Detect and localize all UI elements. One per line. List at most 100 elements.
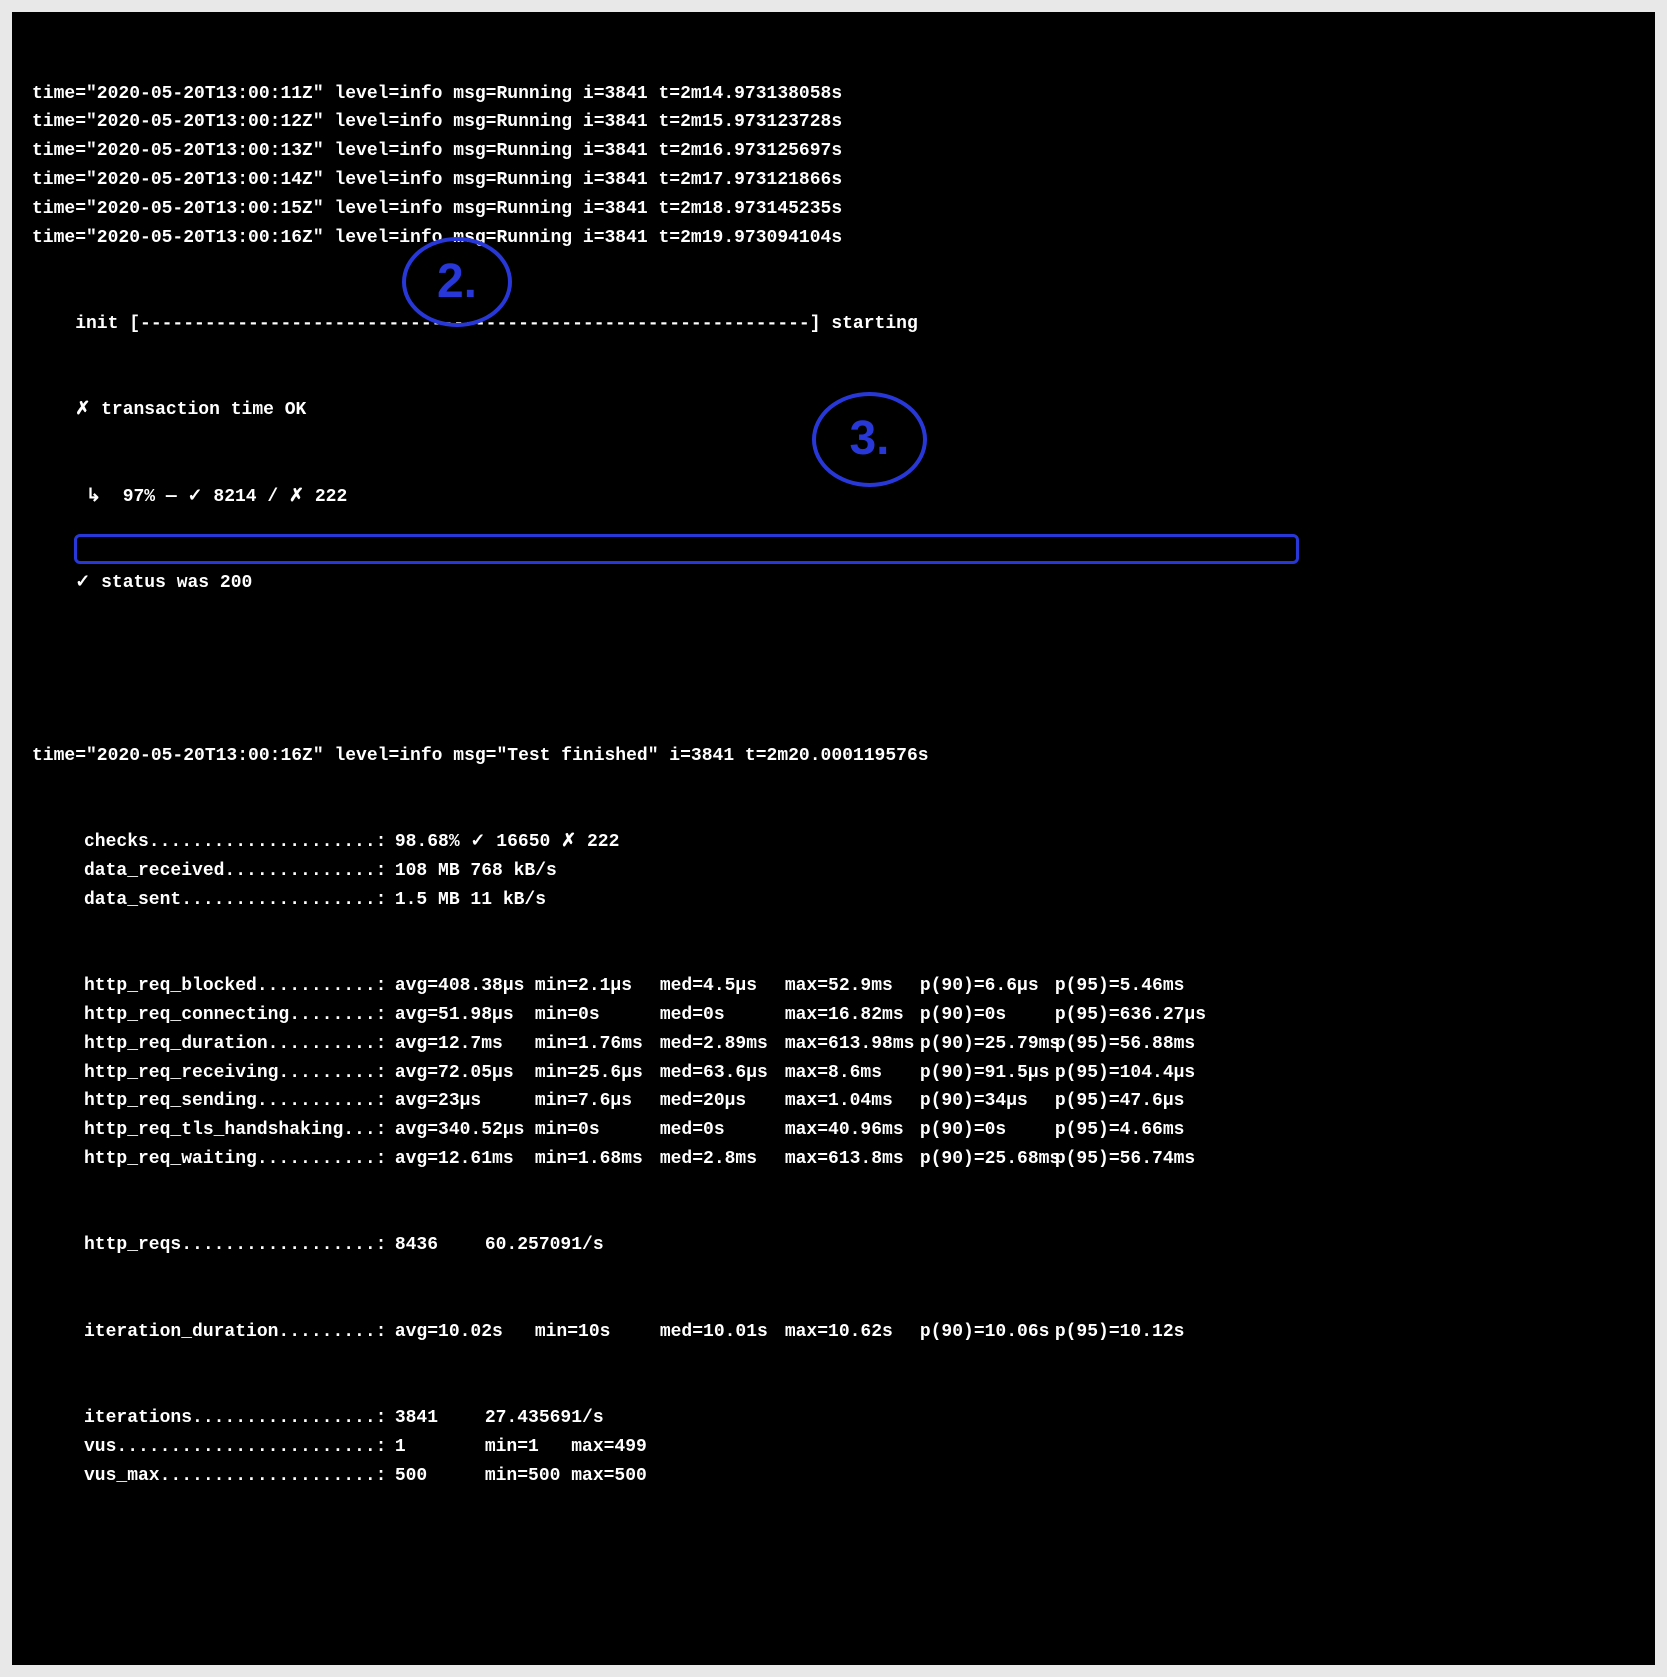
metric-min: min=0s [535,1001,660,1030]
metric-p95: p(95)=56.74ms [1055,1145,1190,1174]
metric-min: min=25.6µs [535,1059,660,1088]
metric-value: 108 MB 768 kB/s [395,861,557,881]
metric-p90: p(90)=10.06s [920,1318,1055,1347]
metric-name: http_req_duration..........: [84,1030,384,1059]
metric-p90: p(90)=6.6µs [920,972,1055,1001]
metric-v2: min=500 max=500 [485,1466,647,1486]
metric-avg: avg=23µs [395,1087,535,1116]
metric-v1: 1 [395,1433,485,1462]
metric-p95: p(95)=636.27µs [1055,1001,1190,1030]
metric-value: 1.5 MB 11 kB/s [395,890,546,910]
metric-max: max=1.04ms [785,1087,920,1116]
metric-p95: p(95)=10.12s [1055,1318,1190,1347]
metric-max: max=613.8ms [785,1145,920,1174]
metric-avg: avg=12.61ms [395,1145,535,1174]
metric-p95: p(95)=104.4µs [1055,1059,1190,1088]
init-bar: init [----------------------------------… [12,310,1655,339]
metric-v2: 27.435691/s [485,1408,604,1428]
log-line: time="2020-05-20T13:00:13Z" level=info m… [12,137,1655,166]
metric-avg: avg=340.52µs [395,1116,535,1145]
tail-metrics: iterations.................: 384127.4356… [12,1404,1655,1490]
metric-max: max=10.62s [785,1318,920,1347]
rate-metrics: http_reqs..................: 843660.2570… [12,1231,1655,1260]
stat-metrics: http_req_blocked...........: avg=408.38µ… [12,972,1655,1174]
metric-name: data_sent..................: [84,886,384,915]
metric-name: iterations.................: [84,1404,384,1433]
metric-p90: p(90)=0s [920,1116,1055,1145]
metric-min: min=2.1µs [535,972,660,1001]
metric-min: min=1.68ms [535,1145,660,1174]
metric-name: http_req_receiving.........: [84,1059,384,1088]
metric-max: max=613.98ms [785,1030,920,1059]
metric-row: http_req_sending...........: avg=23µsmin… [12,1087,1655,1116]
metric-v1: 500 [395,1462,485,1491]
metric-min: min=1.76ms [535,1030,660,1059]
metric-row: http_req_receiving.........: avg=72.05µs… [12,1059,1655,1088]
metric-name: http_req_blocked...........: [84,972,384,1001]
metric-max: max=16.82ms [785,1001,920,1030]
metric-p95: p(95)=47.6µs [1055,1087,1190,1116]
running-log-section: time="2020-05-20T13:00:11Z" level=info m… [12,80,1655,253]
metric-med: med=0s [660,1001,785,1030]
terminal-output: time="2020-05-20T13:00:11Z" level=info m… [12,12,1655,1665]
metric-p90: p(90)=34µs [920,1087,1055,1116]
metric-p90: p(90)=0s [920,1001,1055,1030]
check-fail-line: ✗ transaction time OK [12,396,1655,425]
metric-value: 98.68% ✓ 16650 ✗ 222 [395,832,620,852]
check-pass-line: ✓ status was 200 [12,569,1655,598]
metric-med: med=63.6µs [660,1059,785,1088]
metric-p90: p(90)=25.68ms [920,1145,1055,1174]
metric-row: data_sent..................: 1.5 MB 11 k… [12,886,1655,915]
metric-name: checks.....................: [84,828,384,857]
metric-row: http_req_tls_handshaking...: avg=340.52µ… [12,1116,1655,1145]
metric-row: http_req_waiting...........: avg=12.61ms… [12,1145,1655,1174]
metric-name: http_req_tls_handshaking...: [84,1116,384,1145]
metric-med: med=20µs [660,1087,785,1116]
metric-p95: p(95)=56.88ms [1055,1030,1190,1059]
metric-v1: 3841 [395,1404,485,1433]
metric-row: data_received..............: 108 MB 768 … [12,857,1655,886]
metric-max: max=52.9ms [785,972,920,1001]
metric-row: http_reqs..................: 843660.2570… [12,1231,1655,1260]
metric-row: http_req_connecting........: avg=51.98µs… [12,1001,1655,1030]
metric-med: med=4.5µs [660,972,785,1001]
metric-min: min=0s [535,1116,660,1145]
metric-min: min=10s [535,1318,660,1347]
metric-name: http_req_waiting...........: [84,1145,384,1174]
log-line: time="2020-05-20T13:00:15Z" level=info m… [12,195,1655,224]
metric-avg: avg=10.02s [395,1318,535,1347]
metric-row: vus_max....................: 500min=500 … [12,1462,1655,1491]
log-line: time="2020-05-20T13:00:14Z" level=info m… [12,166,1655,195]
metric-name: data_received..............: [84,857,384,886]
metric-avg: avg=408.38µs [395,972,535,1001]
metric-max: max=8.6ms [785,1059,920,1088]
metric-med: med=10.01s [660,1318,785,1347]
blank-line [12,656,1655,685]
metric-count: 8436 [395,1231,485,1260]
log-line: time="2020-05-20T13:00:12Z" level=info m… [12,108,1655,137]
metric-row: iteration_duration.........: avg=10.02sm… [12,1318,1655,1347]
log-line: time="2020-05-20T13:00:11Z" level=info m… [12,80,1655,109]
metric-name: http_reqs..................: [84,1231,384,1260]
metric-avg: avg=51.98µs [395,1001,535,1030]
metric-row: checks.....................: 98.68% ✓ 16… [12,828,1655,857]
metric-name: vus_max....................: [84,1462,384,1491]
metric-p90: p(90)=25.79ms [920,1030,1055,1059]
simple-metrics: checks.....................: 98.68% ✓ 16… [12,828,1655,914]
metric-name: iteration_duration.........: [84,1318,384,1347]
metric-max: max=40.96ms [785,1116,920,1145]
metric-med: med=2.8ms [660,1145,785,1174]
metric-p90: p(90)=91.5µs [920,1059,1055,1088]
metric-min: min=7.6µs [535,1087,660,1116]
metric-avg: avg=72.05µs [395,1059,535,1088]
metric-name: http_req_connecting........: [84,1001,384,1030]
metric-med: med=0s [660,1116,785,1145]
metric-v2: min=1 max=499 [485,1437,647,1457]
metric-p95: p(95)=4.66ms [1055,1116,1190,1145]
metric-avg: avg=12.7ms [395,1030,535,1059]
finished-log-line: time="2020-05-20T13:00:16Z" level=info m… [12,742,1655,771]
metric-name: vus........................: [84,1433,384,1462]
metric-med: med=2.89ms [660,1030,785,1059]
metric-row: http_req_blocked...........: avg=408.38µ… [12,972,1655,1001]
iteration-metric: iteration_duration.........: avg=10.02sm… [12,1318,1655,1347]
